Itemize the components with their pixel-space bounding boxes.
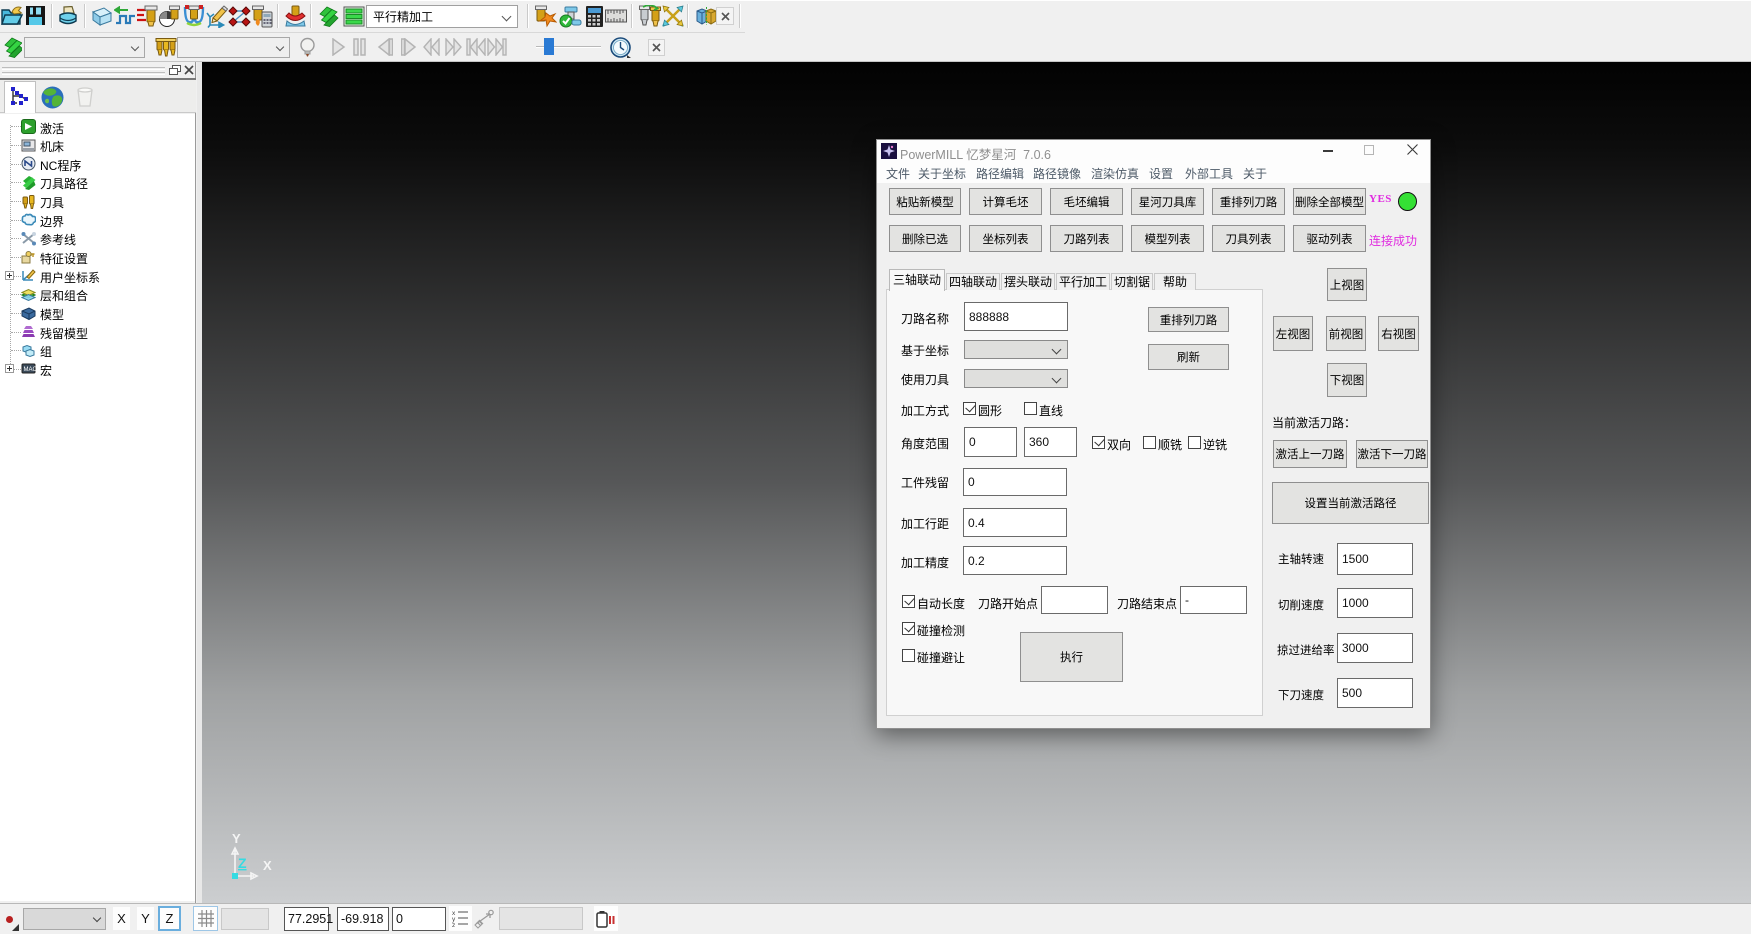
svg-text:Y: Y xyxy=(232,832,241,846)
svg-text:X: X xyxy=(263,858,272,873)
svg-text:Z: Z xyxy=(238,855,247,871)
svg-text:z: z xyxy=(452,922,455,928)
svg-text:MAC: MAC xyxy=(24,367,37,373)
